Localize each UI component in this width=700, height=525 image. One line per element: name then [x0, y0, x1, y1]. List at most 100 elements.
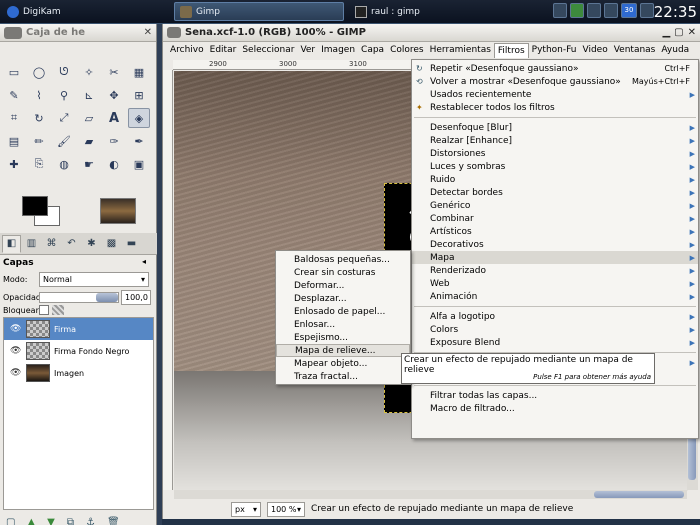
- calendar-icon[interactable]: 30: [621, 3, 637, 18]
- undo-tab-icon[interactable]: ↶: [62, 235, 81, 253]
- task-digikam[interactable]: DigiKam: [2, 2, 66, 21]
- patterns-tab-icon[interactable]: ▩: [102, 235, 121, 253]
- submenu-item-map[interactable]: Espejismo...: [276, 331, 410, 344]
- menu-seleccionar[interactable]: Seleccionar: [239, 43, 297, 58]
- submenu-item-map[interactable]: Mapear objeto...: [276, 357, 410, 370]
- menu-ayuda[interactable]: Ayuda: [658, 43, 692, 58]
- submenu-item-map[interactable]: Mapa de relieve...: [276, 344, 410, 357]
- lower-layer-icon[interactable]: ▼: [47, 517, 55, 525]
- unit-select[interactable]: px ▾: [231, 501, 261, 517]
- menu-archivo[interactable]: Archivo: [167, 43, 207, 58]
- maximize-icon[interactable]: ▢: [674, 27, 683, 38]
- opacity-slider[interactable]: [39, 292, 119, 303]
- paths-tab-icon[interactable]: ⌘: [42, 235, 61, 253]
- ink-icon[interactable]: ✒: [128, 131, 150, 151]
- menu-item-filter[interactable]: Macro de filtrado...: [412, 402, 698, 415]
- rect-select-icon[interactable]: ▭: [3, 62, 25, 82]
- opacity-spin[interactable]: 100,0: [121, 290, 151, 305]
- paths-icon[interactable]: ✎: [3, 85, 25, 105]
- zoom-select[interactable]: 100 % ▾: [267, 501, 305, 517]
- menu-item-filter[interactable]: Combinar ▶: [412, 212, 698, 225]
- layer-row-imagen[interactable]: 👁 Imagen: [4, 362, 153, 384]
- extra-tool-icon[interactable]: ▣: [128, 154, 150, 174]
- dock-menu-icon[interactable]: ◂: [142, 257, 146, 266]
- lasso-icon[interactable]: ᘎ: [53, 62, 75, 82]
- anchor-icon[interactable]: ⚓: [86, 517, 95, 525]
- layers-tab-icon[interactable]: ◧: [2, 234, 21, 253]
- network-icon[interactable]: [553, 3, 567, 18]
- move-icon[interactable]: ✥: [103, 85, 125, 105]
- menu-video[interactable]: Video: [580, 43, 611, 58]
- menu-item-repeat[interactable]: ↻ Repetir «Desenfoque gaussiano» Ctrl+F: [412, 62, 698, 75]
- submenu-item-map[interactable]: Enlosado de papel...: [276, 305, 410, 318]
- submenu-item-map[interactable]: Desplazar...: [276, 292, 410, 305]
- menu-item-filter[interactable]: Renderizado ▶: [412, 264, 698, 277]
- eraser-icon[interactable]: ▰: [78, 131, 100, 151]
- submenu-item-map[interactable]: Traza fractal...: [276, 370, 410, 383]
- minimize-icon[interactable]: ▁: [662, 27, 670, 38]
- brush-preview[interactable]: [100, 198, 136, 224]
- lock-alpha-icon[interactable]: [52, 305, 64, 315]
- eye-icon[interactable]: 👁: [10, 346, 22, 356]
- menu-item-filter[interactable]: Colors ▶: [412, 323, 698, 336]
- ellipse-select-icon[interactable]: ◯: [28, 62, 50, 82]
- horizontal-scrollbar[interactable]: [174, 490, 687, 499]
- menu-herramientas[interactable]: Herramientas: [427, 43, 494, 58]
- mode-select[interactable]: Normal ▾: [39, 272, 149, 287]
- menu-item-filter[interactable]: Alfa a logotipo ▶: [412, 310, 698, 323]
- duplicate-layer-icon[interactable]: ⧉: [67, 517, 74, 525]
- menu-python-fu[interactable]: Python-Fu: [529, 43, 580, 58]
- lock-pixels-checkbox[interactable]: [39, 305, 49, 315]
- heal-icon[interactable]: ✚: [3, 154, 25, 174]
- shear-icon[interactable]: ▱: [78, 108, 100, 128]
- menu-item-filter[interactable]: Web ▶: [412, 277, 698, 290]
- measure-icon[interactable]: ⊾: [78, 85, 100, 105]
- menu-item-filter[interactable]: Filtrar todas las capas...: [412, 389, 698, 402]
- menu-item-filter[interactable]: Luces y sombras ▶: [412, 160, 698, 173]
- bucket-fill-icon[interactable]: ◈: [128, 108, 150, 128]
- smudge-icon[interactable]: ☛: [78, 154, 100, 174]
- menu-item-filter[interactable]: Genérico ▶: [412, 199, 698, 212]
- blend-icon[interactable]: ▤: [3, 131, 25, 151]
- layer-row-firma-fondo-negro[interactable]: 👁 Firma Fondo Negro: [4, 340, 153, 362]
- menu-item-recent[interactable]: Usados recientemente ▶: [412, 88, 698, 101]
- brushes-tab-icon[interactable]: ✱: [82, 235, 101, 253]
- submenu-item-map[interactable]: Baldosas pequeñas...: [276, 253, 410, 266]
- slider-knob[interactable]: [96, 293, 118, 302]
- text-icon[interactable]: A: [103, 108, 125, 128]
- power-icon[interactable]: [640, 3, 654, 18]
- close-icon[interactable]: ✕: [144, 27, 152, 38]
- menu-item-filter[interactable]: Desenfoque [Blur] ▶: [412, 121, 698, 134]
- menu-item-filter[interactable]: Distorsiones ▶: [412, 147, 698, 160]
- foreground-select-icon[interactable]: ▦: [128, 62, 150, 82]
- menu-item-filter[interactable]: Animación ▶: [412, 290, 698, 303]
- gradients-tab-icon[interactable]: ▬: [122, 235, 141, 253]
- task-terminal[interactable]: raul : gimp: [350, 2, 425, 21]
- menu-item-filter[interactable]: Detectar bordes ▶: [412, 186, 698, 199]
- fuzzy-select-icon[interactable]: ✧: [78, 62, 100, 82]
- delete-layer-icon[interactable]: 🗑: [107, 517, 120, 525]
- submenu-item-map[interactable]: Crear sin costuras: [276, 266, 410, 279]
- dodge-icon[interactable]: ◐: [103, 154, 125, 174]
- zoom-icon[interactable]: ⚲: [53, 85, 75, 105]
- menu-item-filter[interactable]: Ruido ▶: [412, 173, 698, 186]
- close-icon[interactable]: ✕: [688, 27, 696, 38]
- scroll-thumb[interactable]: [594, 491, 684, 498]
- scale-icon[interactable]: ⤢: [53, 108, 75, 128]
- menu-imagen[interactable]: Imagen: [318, 43, 358, 58]
- menu-item-filter[interactable]: Exposure Blend ▶: [412, 336, 698, 349]
- volume-icon[interactable]: [587, 3, 601, 18]
- raise-layer-icon[interactable]: ▲: [27, 517, 35, 525]
- airbrush-icon[interactable]: ✑: [103, 131, 125, 151]
- clone-icon[interactable]: ⎘: [28, 154, 50, 174]
- paintbrush-icon[interactable]: 🖌: [53, 131, 75, 151]
- submenu-item-map[interactable]: Enlosar...: [276, 318, 410, 331]
- submenu-item-map[interactable]: Deformar...: [276, 279, 410, 292]
- menu-ver[interactable]: Ver: [297, 43, 318, 58]
- blur-icon[interactable]: ◍: [53, 154, 75, 174]
- menu-item-reset[interactable]: ✦ Restablecer todos los filtros: [412, 101, 698, 114]
- channels-tab-icon[interactable]: ▥: [22, 235, 41, 253]
- layer-row-firma[interactable]: 👁 Firma: [4, 318, 153, 340]
- menu-item-filter[interactable]: Realzar [Enhance] ▶: [412, 134, 698, 147]
- menu-editar[interactable]: Editar: [207, 43, 240, 58]
